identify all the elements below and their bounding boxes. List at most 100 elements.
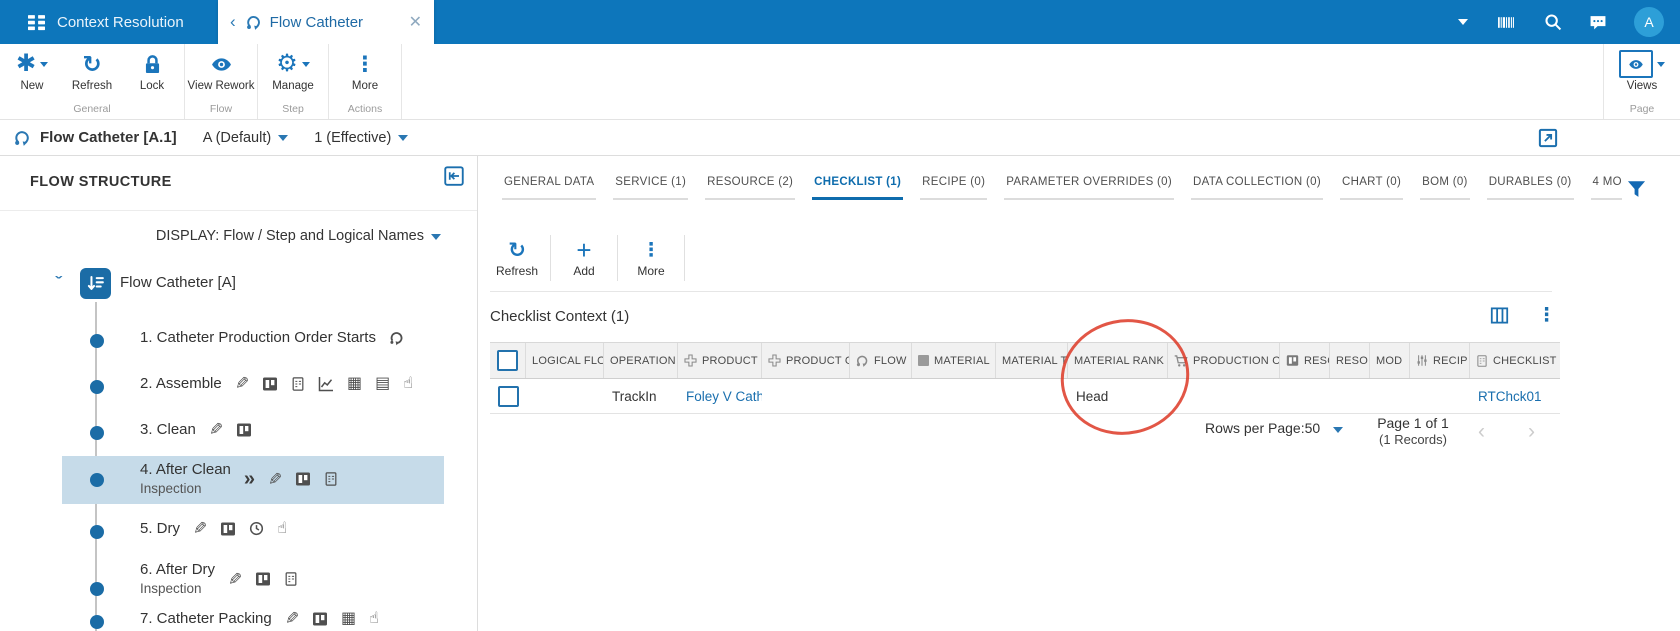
refresh-button[interactable]: ↻ Refresh (62, 44, 122, 93)
views-button[interactable]: Views (1606, 44, 1678, 93)
grid-add-button[interactable]: + Add (557, 235, 611, 279)
collapse-panel-icon[interactable] (444, 166, 464, 186)
apps-grid-icon[interactable] (28, 14, 45, 31)
touch-icon[interactable]: ☝ (369, 610, 379, 627)
version-selector[interactable]: A (Default) (203, 130, 272, 146)
tab-resource[interactable]: RESOURCE (2) (705, 162, 796, 200)
resource-icon[interactable] (295, 471, 311, 487)
edit-pencil-icon[interactable]: ✎ (285, 609, 299, 628)
manage-button[interactable]: ⚙ Manage (260, 44, 326, 93)
select-all-checkbox[interactable] (497, 350, 518, 371)
refresh-icon: ↻ (508, 238, 526, 262)
col-product[interactable]: PRODUCT (678, 343, 762, 378)
rows-per-page-caret-icon (1333, 427, 1344, 433)
table-row[interactable]: TrackIn Foley V Cathe Head RTChck01 (490, 379, 1560, 414)
col-material-type[interactable]: MATERIAL TYP (996, 343, 1068, 378)
col-checklist[interactable]: CHECKLIST (1470, 343, 1560, 378)
lock-button[interactable]: Lock (122, 44, 182, 93)
rows-per-page-selector[interactable]: Rows per Page:50 (1205, 420, 1344, 436)
clock-icon[interactable] (249, 521, 264, 536)
tab-back-icon[interactable]: ‹ (230, 12, 236, 32)
column-options-icon[interactable] (1490, 306, 1509, 325)
checklist-icon[interactable] (324, 471, 338, 487)
touch-icon[interactable]: ☝ (277, 520, 287, 537)
tab-parameter-overrides[interactable]: PARAMETER OVERRIDES (0) (1004, 162, 1175, 200)
cell-checklist-link[interactable]: RTChck01 (1478, 389, 1542, 404)
flow-root-icon[interactable] (80, 268, 111, 299)
tab-chart[interactable]: CHART (0) (1339, 162, 1404, 200)
new-button[interactable]: ✱ New (2, 44, 62, 93)
tab-general-data[interactable]: GENERAL DATA (502, 162, 597, 200)
document-icon[interactable]: ▤ (375, 375, 390, 392)
col-production-order[interactable]: PRODUCTION ORD (1168, 343, 1280, 378)
expand-panel-icon[interactable] (1538, 128, 1558, 148)
resource-icon[interactable] (236, 422, 252, 438)
data-collection-chart-icon[interactable] (318, 376, 334, 392)
col-logical-flow[interactable]: LOGICAL FLOW (526, 343, 604, 378)
revision-selector[interactable]: 1 (Effective) (314, 130, 391, 146)
grid-refresh-button[interactable]: ↻ Refresh (490, 238, 544, 279)
tree-collapse-chevron-icon[interactable]: ˇ (55, 274, 62, 291)
row-checkbox[interactable] (497, 385, 519, 407)
user-avatar[interactable]: A (1634, 7, 1664, 37)
search-icon[interactable] (1544, 13, 1562, 31)
col-resource[interactable]: RESO (1280, 343, 1330, 378)
tab-more[interactable]: 4 MORE (1590, 162, 1622, 200)
resource-icon[interactable] (255, 571, 271, 587)
flow-root-label[interactable]: Flow Catheter [A] (120, 274, 236, 291)
col-flow[interactable]: FLOW (850, 343, 912, 378)
grid-more-button[interactable]: ⋮ More (624, 238, 678, 279)
col-resource-2[interactable]: RESO (1330, 343, 1370, 378)
filter-funnel-icon[interactable] (1627, 180, 1646, 199)
tab-durables[interactable]: DURABLES (0) (1486, 162, 1574, 200)
revision-caret-icon[interactable] (398, 134, 409, 141)
flow-step-3[interactable]: 3. Clean ✎ (140, 420, 252, 439)
more-button[interactable]: ⋮ More (331, 44, 399, 93)
col-product-group[interactable]: PRODUCT GRO (762, 343, 850, 378)
tab-data-collection[interactable]: DATA COLLECTION (0) (1191, 162, 1323, 200)
view-rework-button[interactable]: View Rework (187, 44, 255, 93)
tab-recipe[interactable]: RECIPE (0) (920, 162, 988, 200)
tab-checklist[interactable]: CHECKLIST (1) (812, 162, 904, 200)
rework-icon[interactable] (389, 330, 405, 346)
tab-service[interactable]: SERVICE (1) (613, 162, 689, 200)
flow-step-4-selected[interactable]: 4. After Clean Inspection » ✎ (140, 460, 338, 498)
checklist-icon[interactable] (291, 376, 305, 392)
flow-step-5[interactable]: 5. Dry ✎ ☝ (140, 519, 287, 538)
flow-step-2[interactable]: 2. Assemble ✎ ▦ ▤ ☝ (140, 374, 413, 393)
next-page-icon[interactable]: › (1528, 420, 1535, 444)
col-recipe[interactable]: RECIP (1410, 343, 1470, 378)
resource-icon[interactable] (220, 521, 236, 537)
flow-step-7[interactable]: 7. Catheter Packing ✎ ▦ ☝ (140, 609, 379, 628)
flow-step-6[interactable]: 6. After Dry Inspection ✎ (140, 560, 298, 598)
flow-step-1[interactable]: 1. Catheter Production Order Starts (140, 329, 405, 346)
display-mode-selector[interactable]: DISPLAY: Flow / Step and Logical Names (0, 228, 441, 244)
cell-product-link[interactable]: Foley V Cathe (686, 389, 762, 404)
tab-close-icon[interactable]: ✕ (409, 12, 422, 32)
document-tab-flow-catheter[interactable]: ‹ Flow Catheter ✕ (218, 0, 434, 44)
col-model[interactable]: MOD (1370, 343, 1410, 378)
touch-icon[interactable]: ☝ (403, 375, 413, 392)
resource-icon[interactable] (312, 611, 328, 627)
previous-page-icon[interactable]: ‹ (1478, 420, 1485, 444)
resource-icon[interactable] (262, 376, 278, 392)
topbar-dropdown-caret[interactable] (1458, 19, 1468, 25)
checklist-icon[interactable] (284, 571, 298, 587)
edit-pencil-icon[interactable]: ✎ (209, 420, 223, 439)
col-material-rank[interactable]: MATERIAL RANK (1068, 343, 1168, 378)
table-grid-icon[interactable]: ▦ (347, 375, 362, 392)
grid-menu-dots-icon[interactable]: ⋮ (1537, 304, 1556, 327)
tab-bom[interactable]: BOM (0) (1420, 162, 1470, 200)
messages-icon[interactable] (1588, 14, 1608, 31)
views-eye-icon (1628, 57, 1644, 72)
edit-pencil-icon[interactable]: ✎ (228, 570, 242, 589)
edit-pencil-icon[interactable]: ✎ (235, 374, 249, 393)
edit-pencil-icon[interactable]: ✎ (193, 519, 207, 538)
version-caret-icon[interactable] (278, 134, 289, 141)
edit-pencil-icon[interactable]: ✎ (268, 470, 282, 489)
go-to-step-icon[interactable]: » (244, 469, 255, 489)
col-material[interactable]: MATERIAL (912, 343, 996, 378)
barcode-scan-icon[interactable] (1494, 14, 1518, 31)
table-grid-icon[interactable]: ▦ (341, 610, 356, 627)
col-operation[interactable]: OPERATION (604, 343, 678, 378)
